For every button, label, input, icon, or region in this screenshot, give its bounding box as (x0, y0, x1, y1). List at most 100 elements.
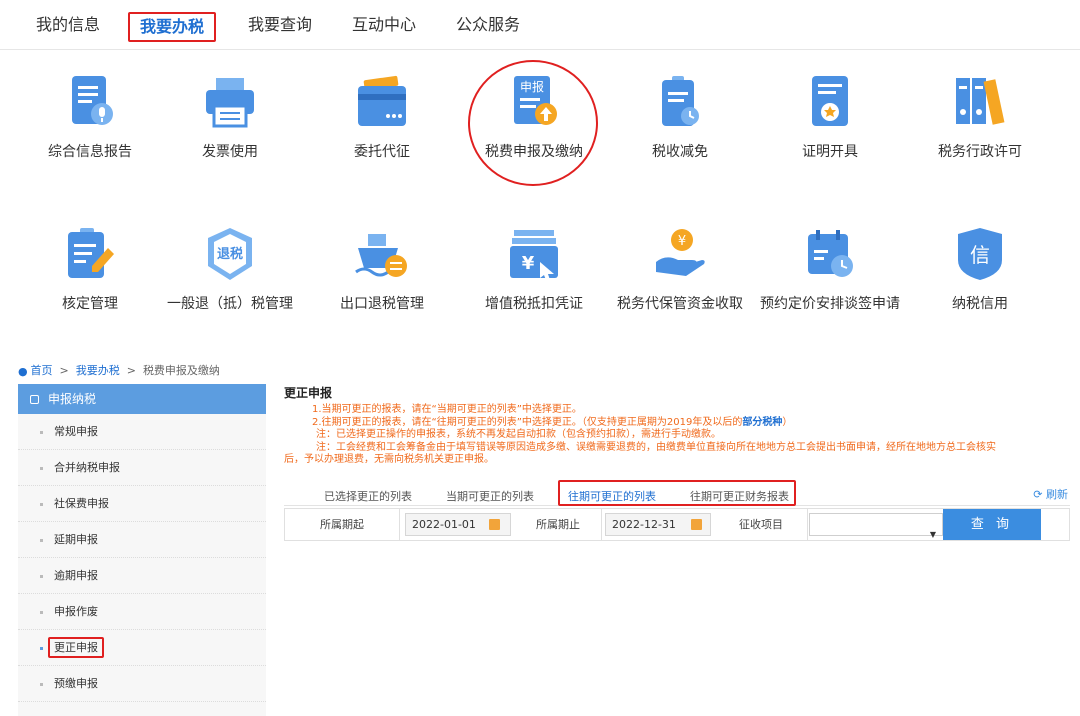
service-entrusted-collection[interactable]: 委托代征 (312, 74, 452, 162)
notice-line: 1.当期可更正的报表，请在“当期可更正的列表”中选择更正。 (312, 404, 582, 415)
sidebar-item-consolidated[interactable]: 合并纳税申报 (18, 450, 266, 486)
query-button[interactable]: 查 询 (943, 509, 1041, 540)
service-tax-declaration[interactable]: 申报 税费申报及缴纳 (464, 74, 604, 162)
service-label: 税务代保管资金收取 (617, 296, 743, 312)
service-pricing-arrangement[interactable]: 预约定价安排谈签申请 (760, 226, 900, 314)
sidebar-header[interactable]: 申报纳税 (18, 384, 266, 414)
levy-item-label: 征收项目 (715, 509, 807, 540)
service-assessment[interactable]: 核定管理 (20, 226, 160, 314)
sidebar-title: 申报纳税 (48, 392, 97, 406)
partial-tax-link[interactable]: 部分税种 (742, 417, 782, 428)
service-label: 预约定价安排谈签申请 (760, 296, 900, 312)
tab-query[interactable]: 我要查询 (242, 12, 318, 42)
sidebar-item-label: 延期申报 (54, 533, 98, 546)
svg-text:¥: ¥ (678, 234, 686, 249)
bullet-icon (40, 611, 43, 614)
sidebar-item-overdue[interactable]: 逾期申报 (18, 558, 266, 594)
certificate-icon (812, 76, 848, 126)
service-label: 一般退（抵）税管理 (167, 296, 293, 312)
calendar-clock-icon (808, 230, 853, 277)
top-nav: 我的信息 我要办税 我要查询 互动中心 公众服务 (0, 0, 1080, 50)
svg-text:信: 信 (970, 243, 990, 267)
credit-shield-icon: 信 (958, 228, 1002, 280)
calendar-icon[interactable] (691, 519, 702, 530)
tab-past-financial[interactable]: 往期可更正财务报表 (690, 488, 789, 504)
refresh-label: 刷新 (1046, 488, 1068, 501)
service-label: 税务行政许可 (938, 144, 1022, 160)
service-vat-voucher[interactable]: ¥ 增值税抵扣凭证 (464, 226, 604, 314)
sidebar: 申报纳税 常规申报 合并纳税申报 社保费申报 延期申报 逾期申报 申报作废 更正… (18, 384, 266, 716)
sidebar-item-correction[interactable]: 更正申报 (18, 630, 266, 666)
service-label: 委托代征 (354, 144, 410, 160)
breadcrumb-tax-handling[interactable]: 我要办税 (76, 364, 120, 377)
service-certificate[interactable]: 证明开具 (760, 74, 900, 162)
tab-public-service[interactable]: 公众服务 (450, 12, 526, 42)
ship-exchange-icon (355, 234, 407, 277)
notice-line-text: ） (782, 416, 793, 428)
notice-line: 注：已选择更正操作的申报表，系统不再发起自动扣款（包含预约扣款），需进行手动缴款… (316, 429, 721, 440)
levy-item-select[interactable]: ▼ (809, 513, 943, 539)
page-title: 更正申报 (284, 386, 333, 400)
service-label: 税收减免 (652, 144, 708, 160)
bullet-icon (40, 539, 43, 542)
divider (601, 509, 602, 540)
service-export-refund[interactable]: 出口退税管理 (312, 226, 452, 314)
sidebar-item-label: 逾期申报 (54, 569, 98, 582)
sidebar-item-deferred[interactable]: 延期申报 (18, 522, 266, 558)
service-label: 综合信息报告 (48, 144, 132, 160)
bullet-icon (40, 431, 43, 434)
service-label: 核定管理 (62, 296, 118, 312)
breadcrumb-current: 税费申报及缴纳 (142, 364, 220, 377)
notice-line: 后，予以办理退费，无需向税务机关更正申报。 (284, 454, 494, 465)
tab-past-list[interactable]: 往期可更正的列表 (568, 488, 656, 504)
binders-icon (956, 78, 1005, 125)
service-label: 纳税信用 (952, 296, 1008, 312)
tab-tax-handling[interactable]: 我要办税 (128, 12, 217, 42)
bullet-icon (40, 467, 43, 470)
bullet-icon (40, 683, 43, 686)
service-label: 证明开具 (802, 144, 858, 160)
sidebar-item-label: 常规申报 (54, 425, 98, 438)
query-form: 所属期起 2022-01-01 所属期止 2022-12-31 征收项目 ▼ 查… (284, 508, 1070, 541)
declare-upload-icon: 申报 (514, 76, 557, 125)
calendar-icon[interactable] (489, 519, 500, 530)
sidebar-item-regular[interactable]: 常规申报 (18, 414, 266, 450)
tab-current-list[interactable]: 当期可更正的列表 (446, 488, 534, 504)
voucher-cursor-icon: ¥ (510, 230, 558, 280)
svg-text:申报: 申报 (520, 79, 544, 94)
service-label: 出口退税管理 (340, 296, 424, 312)
refresh-button[interactable]: ⟳ 刷新 (1033, 486, 1068, 502)
sidebar-item-label: 预缴申报 (54, 677, 98, 690)
service-tax-reduction[interactable]: 税收减免 (610, 74, 750, 162)
service-label: 税费申报及缴纳 (485, 144, 583, 160)
service-tax-credit[interactable]: 信 纳税信用 (910, 226, 1050, 314)
service-info-report[interactable]: 综合信息报告 (20, 74, 160, 162)
service-custody-funds[interactable]: ¥ 税务代保管资金收取 (610, 226, 750, 314)
bullet-icon (40, 575, 43, 578)
notice-line: 2.往期可更正的报表，请在“往期可更正的列表”中选择更正。（仅支持更正属期为20… (284, 417, 1070, 430)
bullet-icon (40, 647, 43, 650)
sidebar-item-prepayment[interactable]: 预缴申报 (18, 666, 266, 702)
card-icon (358, 75, 406, 126)
collapse-icon (30, 395, 39, 404)
breadcrumb-separator: > (126, 364, 136, 377)
divider (399, 509, 400, 540)
tab-interaction[interactable]: 互动中心 (346, 12, 422, 42)
breadcrumb-home[interactable]: 首页 (31, 364, 53, 377)
sidebar-item-void[interactable]: 申报作废 (18, 594, 266, 630)
notice-line-text: 2.往期可更正的报表，请在“往期可更正的列表”中选择更正。（仅支持更正属期为20… (312, 416, 743, 428)
service-general-refund[interactable]: 退税 一般退（抵）税管理 (160, 226, 300, 314)
service-label: 发票使用 (202, 144, 258, 160)
svg-text:¥: ¥ (522, 253, 535, 274)
svg-text:退税: 退税 (217, 246, 243, 262)
notice-text: 1.当期可更正的报表，请在“当期可更正的列表”中选择更正。 2.往期可更正的报表… (284, 404, 1070, 467)
tab-selected-list[interactable]: 已选择更正的列表 (324, 488, 412, 504)
sidebar-item-social-security[interactable]: 社保费申报 (18, 486, 266, 522)
service-invoice[interactable]: 发票使用 (160, 74, 300, 162)
service-administrative-license[interactable]: 税务行政许可 (910, 74, 1050, 162)
tab-my-info[interactable]: 我的信息 (30, 12, 106, 42)
sidebar-item-label: 申报作废 (54, 605, 98, 618)
period-start-label: 所属期起 (285, 509, 399, 540)
notice-line: 注：工会经费和工会筹备金由于填写错误等原因造成多缴、误缴需要退费的，由缴费单位直… (316, 441, 996, 453)
location-pin-icon: ● (18, 365, 28, 378)
